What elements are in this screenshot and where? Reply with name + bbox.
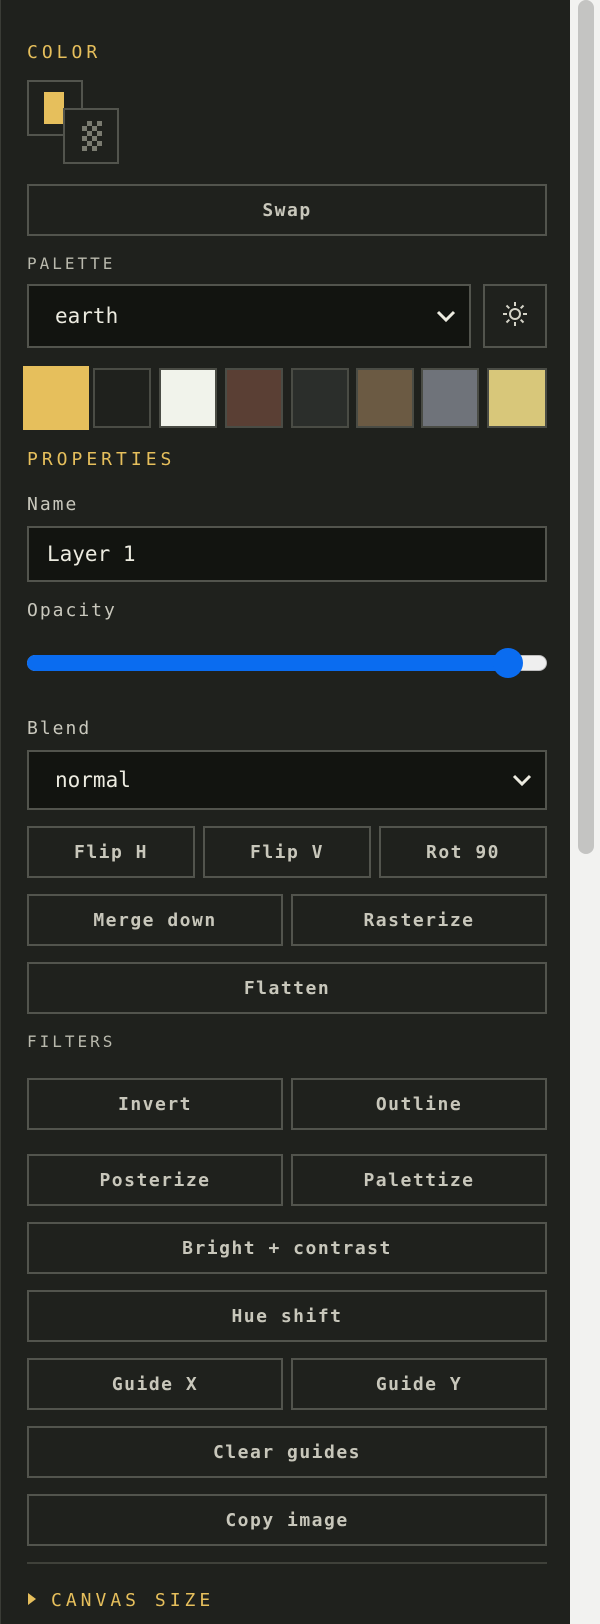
blend-select[interactable]: normal — [27, 750, 547, 810]
palette-select[interactable]: earth — [27, 284, 471, 348]
layer-name-input[interactable]: Layer 1 — [27, 526, 547, 582]
opacity-slider-thumb[interactable] — [492, 648, 523, 678]
chevron-down-icon — [435, 304, 457, 328]
palette-swatch[interactable] — [159, 368, 217, 428]
hue-shift-button[interactable]: Hue shift — [27, 1290, 547, 1342]
palettize-button[interactable]: Palettize — [291, 1154, 547, 1206]
properties-panel: COLOR Swap PALETTE earth PROPERTIES Name… — [0, 0, 570, 1624]
color-section-title: COLOR — [27, 42, 102, 63]
filters-title: FILTERS — [27, 1032, 116, 1051]
palette-swatch[interactable] — [356, 368, 414, 428]
clear-guides-button[interactable]: Clear guides — [27, 1426, 547, 1478]
transparent-checker-icon — [82, 121, 102, 151]
sun-gear-icon — [501, 300, 529, 333]
outline-button[interactable]: Outline — [291, 1078, 547, 1130]
palette-swatch[interactable] — [225, 368, 283, 428]
primary-color-swatch — [44, 92, 64, 124]
palette-swatch[interactable] — [487, 368, 547, 428]
caret-right-icon — [27, 1591, 37, 1610]
rasterize-button[interactable]: Rasterize — [291, 894, 547, 946]
rot-90-button[interactable]: Rot 90 — [379, 826, 547, 878]
bright-contrast-button[interactable]: Bright + contrast — [27, 1222, 547, 1274]
guide-y-button[interactable]: Guide Y — [291, 1358, 547, 1410]
opacity-slider-fill — [27, 655, 508, 671]
palette-swatch[interactable] — [421, 368, 479, 428]
flip-h-button[interactable]: Flip H — [27, 826, 195, 878]
section-divider — [27, 1562, 547, 1564]
posterize-button[interactable]: Posterize — [27, 1154, 283, 1206]
swap-button[interactable]: Swap — [27, 184, 547, 236]
blend-label: Blend — [27, 718, 92, 739]
palette-swatch[interactable] — [93, 368, 151, 428]
layer-name-value: Layer 1 — [47, 542, 136, 566]
secondary-color-box[interactable] — [63, 108, 119, 164]
palette-select-value: earth — [55, 304, 119, 328]
canvas-size-title: CANVAS SIZE — [51, 1589, 215, 1611]
scrollbar-thumb[interactable] — [578, 0, 594, 854]
copy-image-button[interactable]: Copy image — [27, 1494, 547, 1546]
opacity-label: Opacity — [27, 600, 117, 621]
merge-down-button[interactable]: Merge down — [27, 894, 283, 946]
blend-select-value: normal — [55, 768, 131, 792]
chevron-down-icon — [511, 768, 533, 792]
opacity-slider[interactable] — [27, 648, 547, 678]
canvas-size-toggle[interactable]: CANVAS SIZE — [27, 1586, 547, 1614]
invert-button[interactable]: Invert — [27, 1078, 283, 1130]
flip-v-button[interactable]: Flip V — [203, 826, 371, 878]
palette-swatch[interactable] — [291, 368, 349, 428]
properties-section-title: PROPERTIES — [27, 449, 176, 470]
guide-x-button[interactable]: Guide X — [27, 1358, 283, 1410]
palette-title: PALETTE — [27, 254, 116, 273]
name-label: Name — [27, 494, 79, 515]
color-picker[interactable] — [27, 80, 119, 164]
flatten-button[interactable]: Flatten — [27, 962, 547, 1014]
palette-swatch[interactable] — [23, 366, 89, 430]
palette-settings-button[interactable] — [483, 284, 547, 348]
